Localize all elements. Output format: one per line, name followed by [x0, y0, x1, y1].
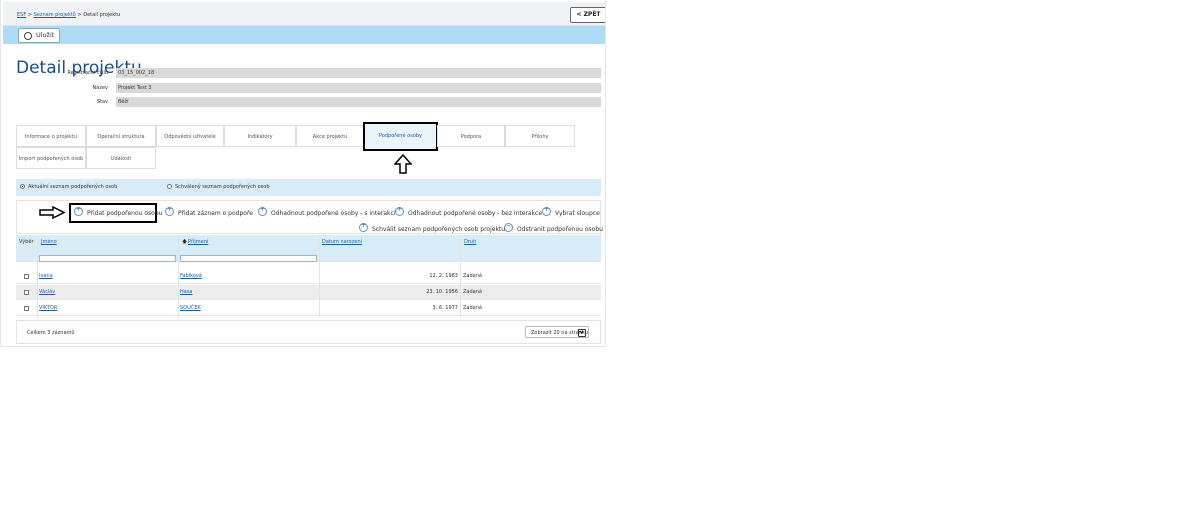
- plus-circle-icon: [165, 205, 174, 216]
- save-label: Uložit: [36, 31, 55, 39]
- plus-circle-icon: [258, 205, 267, 216]
- estimate-with-interaction-button[interactable]: Odhadnout podpořené osoby - s interakcí: [258, 205, 396, 217]
- field-status: Stav Běží: [1, 97, 601, 107]
- total-count: Celkem 3 záznamů: [27, 330, 75, 336]
- select-columns-label: Vybrat sloupce: [555, 210, 600, 217]
- top-bar: ESF > Seznam projektů > Detail projektu …: [3, 2, 605, 26]
- tab-operational-structure[interactable]: Operační struktura: [86, 125, 156, 147]
- right-arrow-annotation-icon: [39, 206, 65, 219]
- type-cell: Zadaná: [463, 305, 482, 311]
- column-divider: [319, 235, 320, 317]
- chevron-down-icon: [578, 329, 586, 337]
- tab-import-persons[interactable]: Import podpořených osob: [16, 147, 86, 169]
- plus-circle-icon: [74, 205, 83, 216]
- filter-row: [16, 249, 601, 262]
- up-arrow-circle-icon: [359, 221, 368, 232]
- birth-date-cell: 3. 6. 1977: [432, 305, 458, 311]
- row-checkbox[interactable]: [24, 290, 29, 295]
- last-name-link[interactable]: Hasa: [180, 289, 193, 295]
- radio-current-label: Aktuální seznam podpořených osob: [28, 184, 118, 190]
- column-divider: [460, 235, 461, 317]
- estimate-without-label: Odhadnout podpořené osoby - bez interakc…: [408, 210, 543, 217]
- last-name-link[interactable]: SOUČEK: [180, 305, 201, 311]
- grid-header: [16, 235, 601, 249]
- field-value: Běží: [116, 97, 601, 107]
- row-checkbox[interactable]: [24, 274, 29, 279]
- tab-project-info[interactable]: Informace o projektu: [16, 125, 86, 147]
- plus-circle-icon: [395, 205, 404, 216]
- breadcrumb-esf[interactable]: ESF: [17, 12, 26, 18]
- remove-person-button[interactable]: Odstranit podpořenou osobu: [504, 221, 603, 233]
- add-support-record-label: Přidat záznam o podpoře: [178, 210, 253, 217]
- tab-supported-persons[interactable]: Podpořené osoby: [363, 122, 438, 151]
- breadcrumb: ESF > Seznam projektů > Detail projektu: [17, 12, 120, 18]
- filter-first-name-input[interactable]: [39, 255, 176, 262]
- tab-events[interactable]: Události: [86, 147, 156, 169]
- add-person-label: Přidat podpořenou osobu: [87, 210, 163, 217]
- save-button[interactable]: Uložit: [18, 28, 60, 43]
- type-cell: Zadaná: [463, 289, 482, 295]
- up-arrow-annotation-icon: [394, 154, 412, 174]
- breadcrumb-separator: >: [27, 12, 33, 18]
- column-divider: [37, 235, 38, 317]
- table-row[interactable]: Ivana Fabiková 12. 2. 1963 Zadaná: [16, 269, 601, 284]
- tab-indicators[interactable]: Indikátory: [224, 125, 296, 147]
- field-value: 03_15_002_18: [116, 68, 601, 78]
- back-button[interactable]: < ZPĚT: [570, 7, 605, 23]
- first-name-link[interactable]: Václáv: [39, 289, 55, 295]
- field-label: Název: [92, 85, 108, 91]
- page-size-select[interactable]: Zobrazit 20 na stránku: [525, 326, 589, 338]
- tab-bar: Informace o projektu Operační struktura …: [16, 122, 601, 174]
- tab-project-actions[interactable]: Akce projektu: [296, 125, 364, 147]
- birth-date-cell: 23. 10. 1956: [426, 289, 458, 295]
- sort-arrow-icon: 🡅: [182, 235, 188, 249]
- grid-footer: Celkem 3 záznamů Zobrazit 20 na stránku: [16, 320, 601, 344]
- column-header-select: Výběr: [19, 235, 34, 249]
- estimate-with-label: Odhadnout podpořené osoby - s interakcí: [271, 210, 396, 217]
- birth-date-cell: 12. 2. 1963: [429, 273, 458, 279]
- type-cell: Zadaná: [463, 273, 482, 279]
- estimate-without-interaction-button[interactable]: Odhadnout podpořené osoby - bez interakc…: [395, 205, 543, 217]
- field-value: Projekt Test 3: [116, 83, 601, 93]
- first-name-link[interactable]: Ivana: [39, 273, 53, 279]
- approve-list-label: Schválit seznam podpořených osob projekt…: [372, 226, 506, 233]
- breadcrumb-separator: >: [77, 12, 82, 18]
- radio-current-list[interactable]: [20, 184, 25, 189]
- approve-list-button[interactable]: Schválit seznam podpořených osob projekt…: [359, 221, 506, 233]
- select-columns-button[interactable]: Vybrat sloupce: [542, 205, 600, 217]
- columns-icon: [542, 205, 551, 216]
- toolbar: Uložit: [3, 26, 605, 44]
- field-project-name: Název Projekt Test 3: [1, 83, 601, 93]
- tab-responsible-users[interactable]: Odpovědní uživatelé: [156, 125, 224, 147]
- remove-person-label: Odstranit podpořenou osobu: [517, 226, 603, 233]
- column-divider: [178, 235, 179, 317]
- column-header-type[interactable]: Druh: [464, 235, 477, 249]
- actions-panel: Přidat podpořenou osobu Přidat záznam o …: [16, 200, 603, 234]
- column-header-birth-date[interactable]: Datum narození: [322, 235, 362, 249]
- table-row[interactable]: Václáv Hasa 23. 10. 1956 Zadaná: [16, 285, 601, 300]
- save-icon: [24, 32, 32, 40]
- breadcrumb-current: Detail projektu: [83, 12, 121, 18]
- row-checkbox[interactable]: [24, 306, 29, 311]
- table-row[interactable]: VIKTOR SOUČEK 3. 6. 1977 Zadaná: [16, 301, 601, 316]
- filter-last-name-input[interactable]: [180, 255, 317, 262]
- column-header-first-name[interactable]: Jméno: [41, 235, 57, 249]
- tab-support[interactable]: Podpora: [437, 125, 505, 147]
- app-window: ESF > Seznam projektů > Detail projektu …: [0, 0, 606, 347]
- field-label: Registrační číslo: [67, 70, 108, 76]
- field-label: Stav: [96, 99, 108, 105]
- add-support-record-button[interactable]: Přidat záznam o podpoře: [165, 205, 253, 217]
- minus-circle-icon: [504, 221, 513, 232]
- first-name-link[interactable]: VIKTOR: [39, 305, 57, 311]
- field-registration-number: Registrační číslo 03_15_002_18: [1, 68, 601, 78]
- radio-approved-label: Schválený seznam podpořených osob: [175, 184, 270, 190]
- add-person-button[interactable]: Přidat podpořenou osobu: [74, 205, 163, 217]
- radio-approved-list[interactable]: [167, 184, 172, 189]
- last-name-link[interactable]: Fabiková: [180, 273, 202, 279]
- list-version-selector: Aktuální seznam podpořených osob Schvále…: [16, 179, 601, 196]
- column-header-last-name[interactable]: Příjmení: [188, 235, 209, 249]
- breadcrumb-project-list[interactable]: Seznam projektů: [34, 12, 76, 18]
- tab-attachments[interactable]: Přílohy: [505, 125, 575, 147]
